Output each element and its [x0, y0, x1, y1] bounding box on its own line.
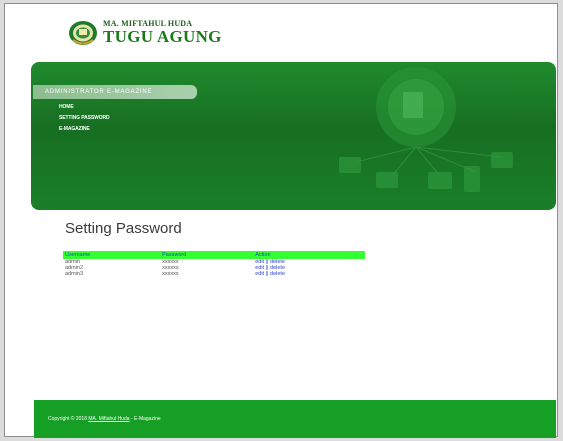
password-cell: xxxxxx [162, 271, 179, 277]
column-header-username: Username [63, 251, 161, 259]
banner: ADMINISTRATOR E-MAGAZINE HOME SETTING PA… [31, 62, 556, 210]
nav-title: ADMINISTRATOR E-MAGAZINE [33, 85, 197, 99]
copyright-suffix: - E-Magazine [130, 416, 161, 422]
site-logo[interactable]: MA. MIFTAHUL HUDA TUGU AGUNG [65, 18, 221, 48]
action-separator: || [265, 271, 269, 277]
table-row: admin3 xxxxxx edit || delete [63, 271, 365, 277]
page: MA. MIFTAHUL HUDA TUGU AGUNG ADMINISTRAT… [4, 3, 558, 438]
school-emblem-icon [69, 21, 97, 45]
username-cell: admin3 [65, 271, 84, 277]
copyright-prefix: Copyright © 2018 [48, 416, 87, 422]
edit-link[interactable]: edit [255, 271, 264, 277]
column-header-action: Action [253, 251, 365, 259]
delete-link[interactable]: delete [270, 271, 285, 277]
column-header-password: Password [160, 251, 254, 259]
copyright-text: Copyright © 2018 MA. Miftahul Huda - E-M… [48, 416, 161, 422]
nav-item-home[interactable]: HOME [59, 102, 110, 113]
nav-menu: HOME SETTING PASSWORD E-MAGAZINE [59, 102, 110, 135]
nav-item-e-magazine[interactable]: E-MAGAZINE [59, 124, 110, 135]
school-link[interactable]: MA. Miftahul Huda [88, 416, 129, 422]
nav-item-setting-password[interactable]: SETTING PASSWORD [59, 113, 110, 124]
action-cell: edit || delete [253, 271, 365, 277]
logo-title: TUGU AGUNG [103, 27, 222, 46]
users-table: Username Password Action admin xxxxxx ed… [63, 251, 365, 277]
page-title: Setting Password [65, 220, 182, 237]
footer: Copyright © 2018 MA. Miftahul Huda - E-M… [34, 400, 556, 438]
table-header-row: Username Password Action [63, 251, 365, 259]
